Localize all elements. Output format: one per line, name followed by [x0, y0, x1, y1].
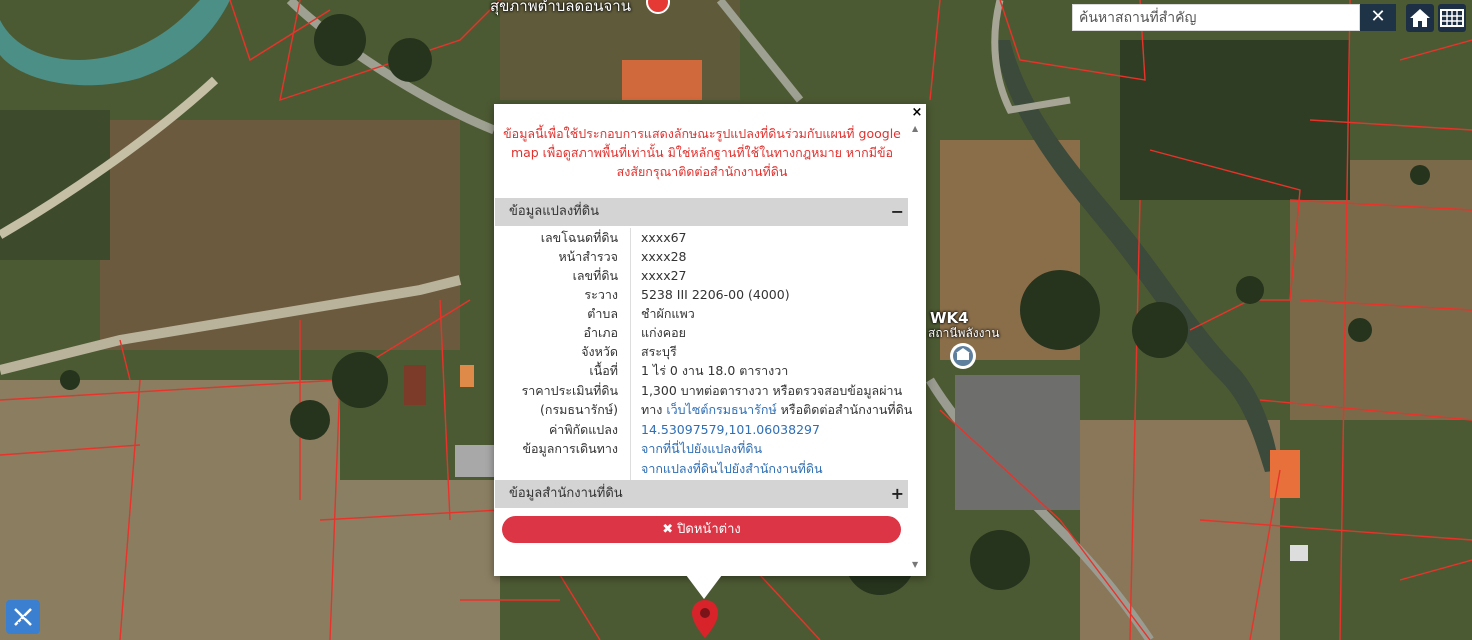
treasury-website-link[interactable]: เว็บไซต์กรมธนารักษ์ [666, 402, 776, 417]
location-pin-icon[interactable] [690, 598, 720, 640]
section-parcel-info-header[interactable]: ข้อมูลแปลงที่ดิน − [495, 198, 908, 226]
row-key: หน้าสำรวจ [558, 249, 618, 264]
table-row-price: ราคาประเมินที่ดิน 1,300 บาทต่อตารางวา หร… [495, 381, 908, 400]
ruler-pencil-icon [14, 608, 32, 626]
row-key: ข้อมูลการเดินทาง [522, 441, 618, 456]
expand-icon[interactable]: + [891, 480, 904, 508]
section-land-office-header[interactable]: ข้อมูลสำนักงานที่ดิน + [495, 480, 908, 508]
close-window-label: ปิดหน้าต่าง [677, 522, 741, 537]
home-icon [1410, 9, 1430, 27]
table-row: ระวาง 5238 III 2206-00 (4000) [495, 285, 908, 304]
search-input[interactable] [1073, 5, 1359, 30]
table-row-travel-cont: จากแปลงที่ดินไปยังสำนักงานที่ดิน [495, 459, 908, 478]
energy-station-icon[interactable] [949, 342, 977, 376]
parcel-info-table: เลขโฉนดที่ดิน xxxx67 หน้าสำรวจ xxxx28 เล… [495, 228, 912, 480]
row-key: ค่าพิกัดแปลง [548, 422, 618, 437]
measure-tool-button[interactable] [6, 600, 40, 634]
table-row: ตำบล ชำผักแพว [495, 304, 908, 323]
row-value: xxxx28 [641, 249, 687, 264]
row-value: 5238 III 2206-00 (4000) [641, 287, 790, 302]
row-key: เลขที่ดิน [572, 268, 618, 283]
row-value: xxxx67 [641, 230, 687, 245]
row-key: ระวาง [584, 287, 618, 302]
row-value: xxxx27 [641, 268, 687, 283]
coordinates-link[interactable]: 14.53097579,101.06038297 [641, 420, 820, 439]
row-value: ชำผักแพว [641, 306, 695, 321]
row-key: ตำบล [587, 306, 618, 321]
table-row: จังหวัด สระบุรี [495, 342, 908, 361]
row-key: (กรมธนารักษ์) [540, 402, 618, 417]
scroll-down-arrow-icon[interactable]: ▼ [912, 560, 918, 569]
collapse-icon[interactable]: − [891, 198, 904, 226]
section-title: ข้อมูลสำนักงานที่ดิน [509, 486, 623, 501]
table-row: อำเภอ แก่งคอย [495, 323, 908, 342]
row-key: ราคาประเมินที่ดิน [521, 383, 618, 398]
close-window-button[interactable]: ✖ ปิดหน้าต่าง [502, 516, 901, 543]
clear-search-button[interactable]: ✕ [1360, 4, 1396, 31]
section-title: ข้อมูลแปลงที่ดิน [509, 204, 600, 219]
map-label-energy-station: สถานีพลังงาน [928, 326, 1000, 340]
table-row-travel: ข้อมูลการเดินทาง จากที่นี่ไปยังแปลงที่ดิ… [495, 439, 908, 458]
table-row: เนื้อที่ 1 ไร่ 0 งาน 18.0 ตารางวา [495, 361, 908, 380]
table-row-coords: ค่าพิกัดแปลง 14.53097579,101.06038297 [495, 420, 908, 439]
row-key: เลขโฉนดที่ดิน [540, 230, 618, 245]
close-icon: ✖ [662, 522, 674, 537]
table-row: เลขที่ดิน xxxx27 [495, 266, 908, 285]
row-value: 1 ไร่ 0 งาน 18.0 ตารางวา [641, 363, 789, 378]
row-value: 1,300 บาทต่อตารางวา หรือตรวจสอบข้อมูลผ่า… [641, 383, 903, 398]
parcel-grid-button[interactable] [1438, 4, 1466, 32]
grid-icon [1440, 9, 1464, 27]
directions-to-parcel-link[interactable]: จากที่นี่ไปยังแปลงที่ดิน [641, 439, 762, 458]
table-row: หน้าสำรวจ xxxx28 [495, 247, 908, 266]
row-value: ทาง เว็บไซต์กรมธนารักษ์ หรือติดต่อสำนักง… [641, 400, 912, 419]
popup-close-button[interactable]: × [910, 106, 924, 120]
search-box[interactable] [1072, 4, 1360, 31]
table-row-price-cont: (กรมธนารักษ์) ทาง เว็บไซต์กรมธนารักษ์ หร… [495, 400, 912, 419]
row-key: อำเภอ [583, 325, 618, 340]
price-text-post: หรือติดต่อสำนักงานที่ดิน [776, 402, 913, 417]
scroll-up-arrow-icon[interactable]: ▲ [912, 124, 918, 133]
directions-to-office-link[interactable]: จากแปลงที่ดินไปยังสำนักงานที่ดิน [641, 459, 823, 478]
row-key: จังหวัด [581, 344, 618, 359]
row-value: แก่งคอย [641, 325, 686, 340]
row-value: สระบุรี [641, 344, 677, 359]
poi-pin-icon[interactable] [646, 0, 670, 16]
popup-pointer [686, 575, 722, 599]
row-key: เนื้อที่ [589, 363, 618, 378]
map-label-health-center: สุขภาพตำบลดอนจาน [490, 0, 631, 15]
home-button[interactable] [1406, 4, 1434, 32]
price-text-pre: ทาง [641, 402, 667, 417]
disclaimer-text: ข้อมูลนี้เพื่อใช้ประกอบการแสดงลักษณะรูปแ… [503, 126, 901, 179]
table-row: เลขโฉนดที่ดิน xxxx67 [495, 228, 908, 247]
